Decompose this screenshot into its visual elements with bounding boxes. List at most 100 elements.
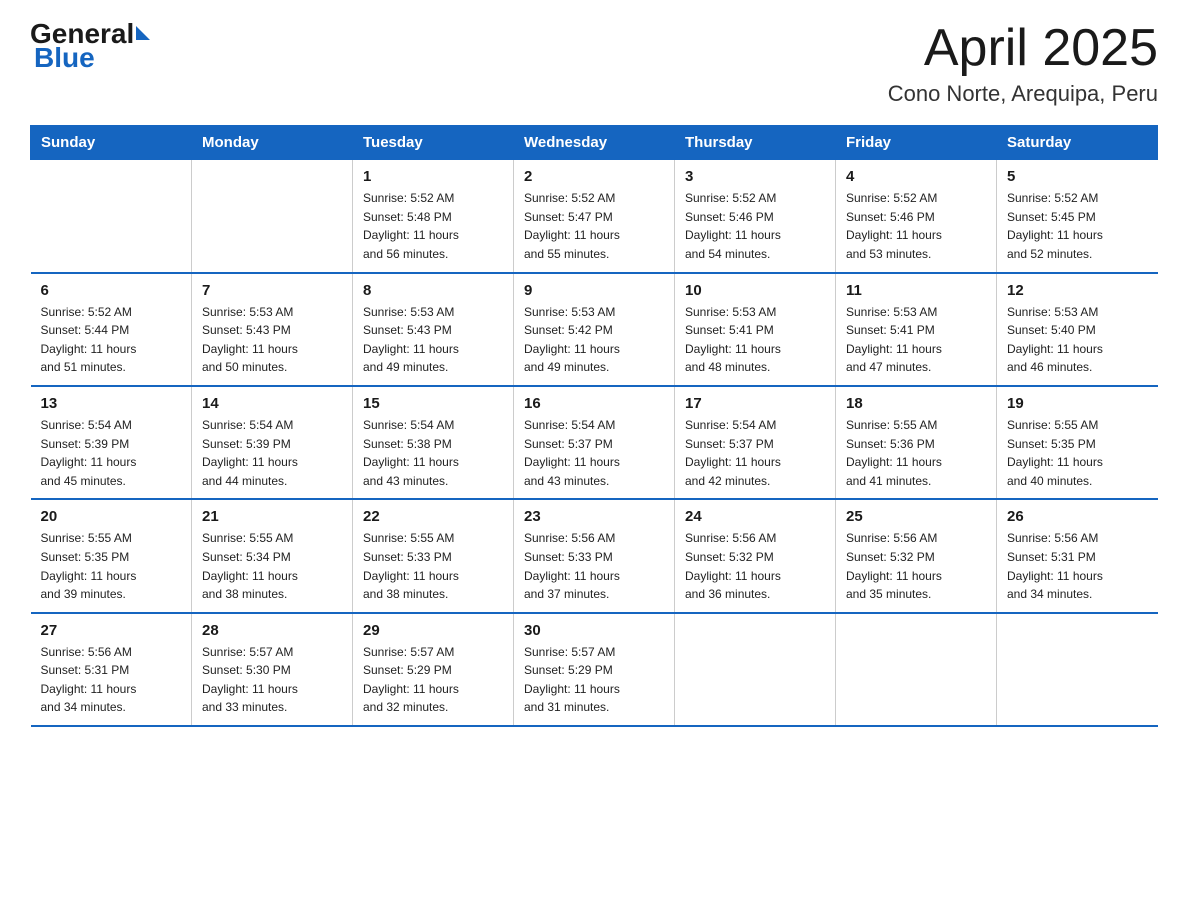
day-number: 30 (524, 622, 664, 639)
calendar-cell (836, 613, 997, 726)
day-info: Sunrise: 5:54 AMSunset: 5:37 PMDaylight:… (524, 416, 664, 490)
calendar-cell: 1 Sunrise: 5:52 AMSunset: 5:48 PMDaylight… (353, 160, 514, 273)
day-number: 21 (202, 508, 342, 525)
day-info: Sunrise: 5:55 AMSunset: 5:36 PMDaylight:… (846, 416, 986, 490)
day-number: 25 (846, 508, 986, 525)
weekday-header-saturday: Saturday (997, 126, 1158, 160)
day-number: 3 (685, 168, 825, 185)
week-row-4: 20Sunrise: 5:55 AMSunset: 5:35 PMDayligh… (31, 499, 1158, 612)
day-number: 19 (1007, 395, 1148, 412)
page-header: General Blue April 2025 Cono Norte, Areq… (30, 20, 1158, 107)
day-info: Sunrise: 5:53 AMSunset: 5:40 PMDaylight:… (1007, 303, 1148, 377)
calendar-cell: 27 Sunrise: 5:56 AMSunset: 5:31 PMDayligh… (31, 613, 192, 726)
week-row-3: 13 Sunrise: 5:54 AMSunset: 5:39 PMDayligh… (31, 386, 1158, 499)
day-number: 24 (685, 508, 825, 525)
logo-triangle-icon (136, 26, 150, 40)
weekday-header-tuesday: Tuesday (353, 126, 514, 160)
calendar-cell: 3 Sunrise: 5:52 AMSunset: 5:46 PMDaylight… (675, 160, 836, 273)
calendar-cell: 18 Sunrise: 5:55 AMSunset: 5:36 PMDayligh… (836, 386, 997, 499)
day-info: Sunrise: 5:55 AMSunset: 5:33 PMDaylight:… (363, 529, 503, 603)
day-info: Sunrise: 5:52 AMSunset: 5:46 PMDaylight:… (685, 189, 825, 263)
day-info: Sunrise: 5:52 AMSunset: 5:48 PMDaylight:… (363, 189, 503, 263)
calendar-cell: 13Sunrise: 5:54 AMSunset: 5:39 PMDayligh… (31, 386, 192, 499)
day-info: Sunrise: 5:52 AMSunset: 5:46 PMDaylight:… (846, 189, 986, 263)
day-number: 10 (685, 282, 825, 299)
day-number: 2 (524, 168, 664, 185)
weekday-header-wednesday: Wednesday (514, 126, 675, 160)
calendar-cell: 26 Sunrise: 5:56 AMSunset: 5:31 PMDayligh… (997, 499, 1158, 612)
day-number: 4 (846, 168, 986, 185)
day-info: Sunrise: 5:53 AMSunset: 5:41 PMDaylight:… (846, 303, 986, 377)
calendar-cell: 2 Sunrise: 5:52 AMSunset: 5:47 PMDaylight… (514, 160, 675, 273)
calendar-cell: 6Sunrise: 5:52 AMSunset: 5:44 PMDaylight… (31, 273, 192, 386)
day-info: Sunrise: 5:52 AMSunset: 5:47 PMDaylight:… (524, 189, 664, 263)
calendar-cell: 7Sunrise: 5:53 AMSunset: 5:43 PMDaylight… (192, 273, 353, 386)
calendar-cell: 16Sunrise: 5:54 AMSunset: 5:37 PMDayligh… (514, 386, 675, 499)
calendar-cell: 12Sunrise: 5:53 AMSunset: 5:40 PMDayligh… (997, 273, 1158, 386)
day-info: Sunrise: 5:56 AMSunset: 5:31 PMDaylight:… (1007, 529, 1148, 603)
day-info: Sunrise: 5:56 AMSunset: 5:31 PMDaylight:… (41, 643, 182, 717)
calendar-cell: 4 Sunrise: 5:52 AMSunset: 5:46 PMDaylight… (836, 160, 997, 273)
day-info: Sunrise: 5:57 AMSunset: 5:29 PMDaylight:… (363, 643, 503, 717)
calendar-cell (997, 613, 1158, 726)
day-info: Sunrise: 5:56 AMSunset: 5:32 PMDaylight:… (685, 529, 825, 603)
calendar-cell: 5 Sunrise: 5:52 AMSunset: 5:45 PMDaylight… (997, 160, 1158, 273)
calendar-cell: 8 Sunrise: 5:53 AMSunset: 5:43 PMDaylight… (353, 273, 514, 386)
calendar-table: SundayMondayTuesdayWednesdayThursdayFrid… (30, 125, 1158, 727)
logo-blue-text: Blue (34, 42, 95, 74)
location-title: Cono Norte, Arequipa, Peru (888, 81, 1158, 107)
day-number: 26 (1007, 508, 1148, 525)
day-number: 20 (41, 508, 182, 525)
calendar-cell: 11 Sunrise: 5:53 AMSunset: 5:41 PMDayligh… (836, 273, 997, 386)
logo: General Blue (30, 20, 150, 74)
day-info: Sunrise: 5:55 AMSunset: 5:35 PMDaylight:… (1007, 416, 1148, 490)
calendar-cell: 30 Sunrise: 5:57 AMSunset: 5:29 PMDayligh… (514, 613, 675, 726)
calendar-cell: 17 Sunrise: 5:54 AMSunset: 5:37 PMDayligh… (675, 386, 836, 499)
calendar-cell: 22 Sunrise: 5:55 AMSunset: 5:33 PMDayligh… (353, 499, 514, 612)
calendar-cell: 9Sunrise: 5:53 AMSunset: 5:42 PMDaylight… (514, 273, 675, 386)
day-info: Sunrise: 5:55 AMSunset: 5:34 PMDaylight:… (202, 529, 342, 603)
month-title: April 2025 (888, 20, 1158, 77)
calendar-cell (675, 613, 836, 726)
week-row-1: 1 Sunrise: 5:52 AMSunset: 5:48 PMDaylight… (31, 160, 1158, 273)
day-info: Sunrise: 5:54 AMSunset: 5:37 PMDaylight:… (685, 416, 825, 490)
day-info: Sunrise: 5:53 AMSunset: 5:43 PMDaylight:… (363, 303, 503, 377)
day-number: 13 (41, 395, 182, 412)
calendar-cell: 24 Sunrise: 5:56 AMSunset: 5:32 PMDayligh… (675, 499, 836, 612)
calendar-cell: 25 Sunrise: 5:56 AMSunset: 5:32 PMDayligh… (836, 499, 997, 612)
day-number: 23 (524, 508, 664, 525)
day-number: 27 (41, 622, 182, 639)
calendar-cell: 23Sunrise: 5:56 AMSunset: 5:33 PMDayligh… (514, 499, 675, 612)
day-number: 1 (363, 168, 503, 185)
day-info: Sunrise: 5:54 AMSunset: 5:39 PMDaylight:… (202, 416, 342, 490)
day-number: 5 (1007, 168, 1148, 185)
weekday-header-friday: Friday (836, 126, 997, 160)
calendar-cell: 15Sunrise: 5:54 AMSunset: 5:38 PMDayligh… (353, 386, 514, 499)
day-number: 9 (524, 282, 664, 299)
title-block: April 2025 Cono Norte, Arequipa, Peru (888, 20, 1158, 107)
day-number: 22 (363, 508, 503, 525)
calendar-cell: 14Sunrise: 5:54 AMSunset: 5:39 PMDayligh… (192, 386, 353, 499)
day-number: 8 (363, 282, 503, 299)
day-number: 28 (202, 622, 342, 639)
day-number: 11 (846, 282, 986, 299)
calendar-cell: 19 Sunrise: 5:55 AMSunset: 5:35 PMDayligh… (997, 386, 1158, 499)
calendar-cell: 21 Sunrise: 5:55 AMSunset: 5:34 PMDayligh… (192, 499, 353, 612)
calendar-cell: 29 Sunrise: 5:57 AMSunset: 5:29 PMDayligh… (353, 613, 514, 726)
day-info: Sunrise: 5:53 AMSunset: 5:41 PMDaylight:… (685, 303, 825, 377)
calendar-cell: 10 Sunrise: 5:53 AMSunset: 5:41 PMDayligh… (675, 273, 836, 386)
day-info: Sunrise: 5:53 AMSunset: 5:43 PMDaylight:… (202, 303, 342, 377)
calendar-cell (192, 160, 353, 273)
day-number: 18 (846, 395, 986, 412)
day-info: Sunrise: 5:52 AMSunset: 5:45 PMDaylight:… (1007, 189, 1148, 263)
weekday-header-row: SundayMondayTuesdayWednesdayThursdayFrid… (31, 126, 1158, 160)
week-row-5: 27 Sunrise: 5:56 AMSunset: 5:31 PMDayligh… (31, 613, 1158, 726)
day-info: Sunrise: 5:56 AMSunset: 5:32 PMDaylight:… (846, 529, 986, 603)
weekday-header-sunday: Sunday (31, 126, 192, 160)
day-info: Sunrise: 5:57 AMSunset: 5:29 PMDaylight:… (524, 643, 664, 717)
day-number: 29 (363, 622, 503, 639)
day-info: Sunrise: 5:54 AMSunset: 5:38 PMDaylight:… (363, 416, 503, 490)
calendar-cell: 28Sunrise: 5:57 AMSunset: 5:30 PMDayligh… (192, 613, 353, 726)
day-number: 17 (685, 395, 825, 412)
day-number: 6 (41, 282, 182, 299)
